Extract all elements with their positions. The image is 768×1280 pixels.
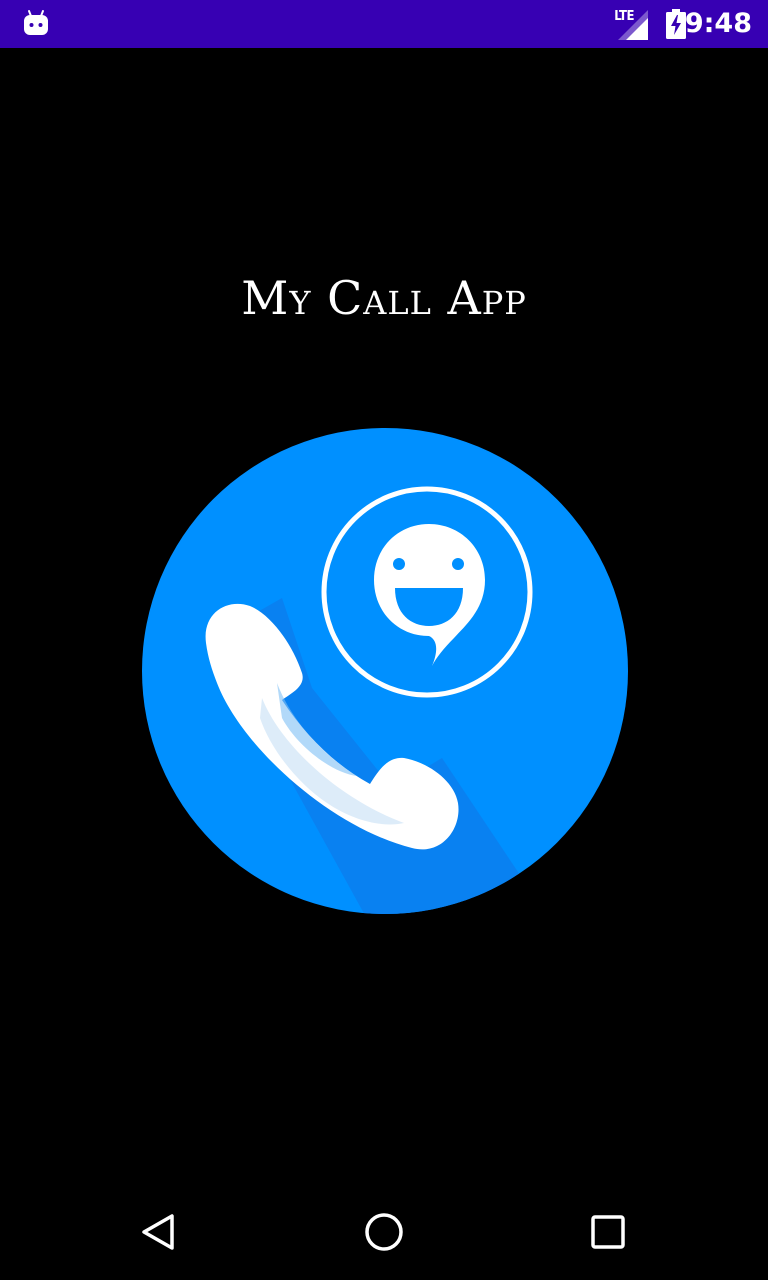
status-bar: LTE 9:48 [0,0,768,48]
signal-icon [618,10,648,40]
app-title: My Call App [241,271,527,325]
recents-icon[interactable] [584,1208,632,1256]
home-icon[interactable] [360,1208,408,1256]
navigation-bar [0,1184,768,1280]
call-app-logo-icon [142,428,628,914]
back-icon[interactable] [136,1208,184,1256]
battery-charging-icon [666,9,686,39]
android-debug-icon [24,10,48,35]
status-clock: 9:48 [684,8,752,39]
